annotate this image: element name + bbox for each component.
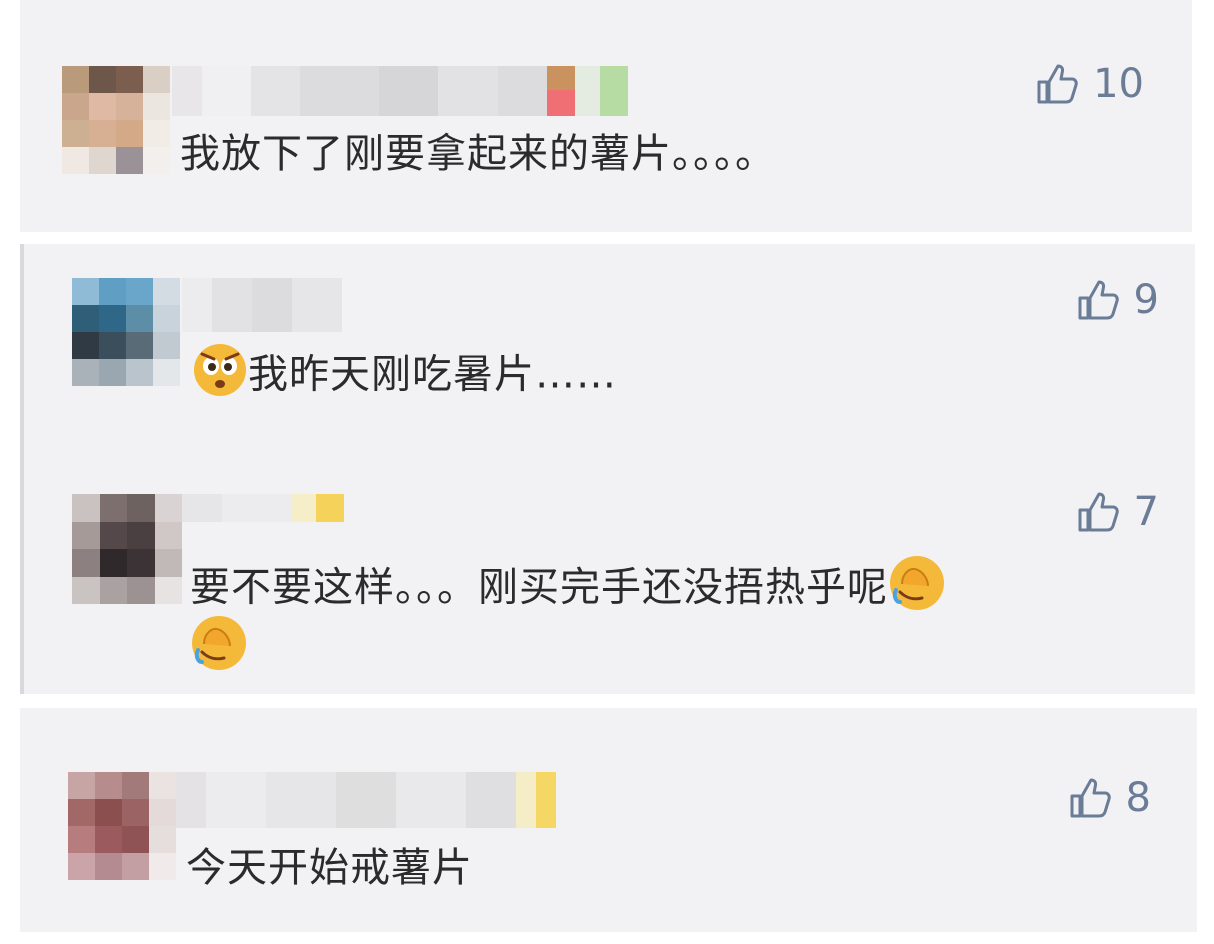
avatar-pixel [149,772,176,799]
like-count: 8 [1125,775,1151,821]
avatar-pixel [68,799,95,826]
avatar-pixel [127,521,155,549]
avatar-pixel [99,305,126,332]
avatar-pixel [62,120,89,147]
avatar-pixel [127,549,155,577]
comment-text: 我放下了刚要拿起来的薯片。。。。 [180,131,776,177]
avatar-pixel [154,521,182,549]
avatar-pixel [126,305,153,332]
avatar-pixel [72,278,99,305]
avatar-pixel [143,93,170,120]
avatar-pixel [153,278,180,305]
avatar-pixel [116,147,143,174]
username-blurred[interactable] [182,494,344,522]
avatar-pixel [153,332,180,359]
avatar-pixel [122,772,149,799]
avatar-pixel [72,359,99,386]
username-blurred[interactable] [182,278,342,332]
avatar-pixel [99,549,127,577]
avatar-pixel [149,826,176,853]
facepalm-emoji [190,614,248,685]
avatar-pixel [68,826,95,853]
avatar-pixel [95,772,122,799]
comment-card: 9 我昨天刚吃暑片…… 7 要不要这样。。。刚买完手还没捂热乎呢 [20,244,1195,694]
avatar-pixel [99,359,126,386]
like-button[interactable]: 8 [1068,776,1151,820]
facepalm-emoji [888,554,946,625]
avatar-pixel [127,494,155,522]
avatar-pixel [154,494,182,522]
avatar-pixel [126,359,153,386]
avatar-pixel [99,278,126,305]
avatar[interactable] [62,66,170,174]
avatar-pixel [127,576,155,604]
surprised-face-emoji [192,342,248,411]
comment-text: 要不要这样。。。刚买完手还没捂热乎呢 [190,554,946,625]
avatar-pixel [68,772,95,799]
like-count: 7 [1133,489,1159,535]
avatar-pixel [89,93,116,120]
like-button[interactable]: 7 [1076,490,1159,534]
avatar-pixel [153,359,180,386]
avatar-pixel [122,853,149,880]
facepalm-emoji-line2 [190,614,248,685]
avatar-pixel [122,826,149,853]
avatar-pixel [126,332,153,359]
avatar-pixel [62,93,89,120]
avatar-pixel [143,120,170,147]
avatar-pixel [89,147,116,174]
thumbs-up-icon [1076,490,1120,534]
username-blurred[interactable] [176,772,556,828]
avatar[interactable] [72,278,180,386]
avatar[interactable] [72,494,182,604]
avatar-pixel [116,120,143,147]
thumbs-up-icon [1035,62,1079,106]
avatar-pixel [95,826,122,853]
avatar-pixel [122,799,149,826]
avatar-pixel [99,494,127,522]
avatar-pixel [95,853,122,880]
avatar-pixel [89,120,116,147]
avatar-pixel [99,332,126,359]
avatar-pixel [72,305,99,332]
avatar-pixel [149,853,176,880]
thumbs-up-icon [1076,278,1120,322]
avatar-pixel [99,576,127,604]
comment-text: 今天开始戒薯片 [186,845,473,891]
avatar-pixel [153,305,180,332]
avatar-pixel [149,799,176,826]
avatar-pixel [95,799,122,826]
avatar-pixel [143,147,170,174]
like-count: 9 [1133,277,1159,323]
comment-card: 10 我放下了刚要拿起来的薯片。。。。 [20,0,1192,232]
avatar-pixel [72,521,100,549]
avatar-pixel [116,93,143,120]
avatar-pixel [72,494,100,522]
avatar-pixel [126,278,153,305]
username-blurred[interactable] [172,66,628,116]
avatar-pixel [62,147,89,174]
avatar-pixel [72,332,99,359]
avatar-pixel [116,66,143,93]
avatar-pixel [62,66,89,93]
like-button[interactable]: 9 [1076,278,1159,322]
like-count: 10 [1093,61,1144,107]
avatar-pixel [154,576,182,604]
avatar-pixel [154,549,182,577]
avatar-pixel [72,576,100,604]
comment-text: 我昨天刚吃暑片…… [192,342,617,411]
like-button[interactable]: 10 [1035,62,1144,106]
comment-card: 8 今天开始戒薯片 [20,708,1197,932]
avatar-pixel [72,549,100,577]
avatar-pixel [89,66,116,93]
avatar[interactable] [68,772,176,880]
thumbs-up-icon [1068,776,1112,820]
avatar-pixel [99,521,127,549]
avatar-pixel [68,853,95,880]
avatar-pixel [143,66,170,93]
